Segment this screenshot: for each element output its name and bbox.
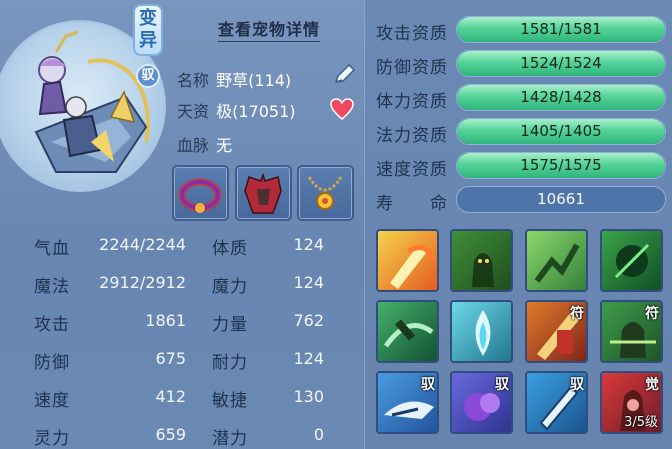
stealth-icon: [527, 231, 586, 290]
stat-label: 防御: [34, 353, 70, 373]
stat-value: 2912/2912: [99, 273, 186, 292]
stat-value: 124: [293, 349, 324, 368]
aptitude-value: 1524/1524: [520, 54, 602, 72]
view-pet-details-link[interactable]: 查看宠物详情: [218, 16, 321, 42]
aptitude-bar: 1428/1428: [456, 84, 666, 111]
aptitude-bar: 1575/1575: [456, 152, 666, 179]
aptitude-bar: 1524/1524: [456, 50, 666, 77]
green-beast-icon: [602, 231, 661, 290]
whirlwind-skill[interactable]: [376, 300, 439, 363]
necklace-icon: [307, 176, 343, 210]
stat-value: 1861: [145, 311, 186, 330]
skill-tag: 符: [570, 306, 584, 322]
stealth-skill[interactable]: [525, 229, 588, 292]
equipment-slot-necklace[interactable]: [297, 165, 354, 221]
equipment-slot-armor[interactable]: [235, 165, 292, 221]
stat-value: 412: [155, 387, 186, 406]
spirit-flame-skill[interactable]: [450, 300, 513, 363]
stat-label: 魔法: [34, 277, 70, 297]
pet-detail-window: 变异 驭 查看宠物详情 名称 野草(114) 天资 极(17051) 血脉 无 …: [0, 0, 672, 449]
pet-name-row: 名称 野草(114): [177, 67, 291, 91]
pet-blood-label: 血脉: [177, 136, 210, 155]
skill-tag: 驭: [421, 377, 435, 393]
stat-value: 2244/2244: [99, 235, 186, 254]
aptitude-value: 1428/1428: [520, 88, 602, 106]
armor-icon: [244, 172, 282, 214]
stat-value: 762: [293, 311, 324, 330]
stat-value: 659: [155, 425, 186, 444]
ride-badge: 驭: [136, 64, 160, 88]
stat-label: 气血: [34, 239, 70, 259]
skill-tag: 符: [645, 306, 659, 322]
lifespan-label: 寿 命: [376, 194, 448, 214]
stat-value: 130: [293, 387, 324, 406]
awaken-skill[interactable]: 觉 3/5级: [600, 371, 663, 434]
pet-talent-label: 天资: [177, 102, 210, 121]
talisman-warrior-skill[interactable]: 符: [600, 300, 663, 363]
stat-label: 体质: [212, 239, 248, 259]
aptitude-value: 1405/1405: [520, 122, 602, 140]
equipment-slot-collar[interactable]: [172, 165, 229, 221]
stat-label: 敏捷: [212, 391, 248, 411]
aptitude-label: 速度资质: [376, 160, 448, 180]
stat-value: 124: [293, 235, 324, 254]
aptitude-bar: 1581/1581: [456, 16, 666, 43]
stat-label: 速度: [34, 391, 70, 411]
pet-name-label: 名称: [177, 71, 210, 90]
skill-tag: 觉: [645, 377, 659, 393]
ride-badge-text: 驭: [141, 68, 155, 83]
spirit-flame-icon: [452, 302, 511, 361]
stat-label: 潜力: [212, 429, 248, 449]
ride-fist-skill[interactable]: 驭: [450, 371, 513, 434]
edit-name-icon[interactable]: [332, 63, 356, 87]
stat-label: 魔力: [212, 277, 248, 297]
aptitude-label: 法力资质: [376, 126, 448, 146]
aptitude-value: 1575/1575: [520, 156, 602, 174]
skill-level: 3/5级: [624, 415, 658, 430]
green-demon-icon: [452, 231, 511, 290]
stat-label: 灵力: [34, 429, 70, 449]
ride-blade-skill[interactable]: 驭: [525, 371, 588, 434]
stat-label: 力量: [212, 315, 248, 335]
stat-value: 0: [313, 425, 324, 444]
whirlwind-icon: [378, 302, 437, 361]
stat-value: 124: [293, 273, 324, 292]
stat-label: 攻击: [34, 315, 70, 335]
fire-sword-skill[interactable]: [376, 229, 439, 292]
pet-name-value: 野草(114): [216, 71, 292, 90]
aptitude-label: 攻击资质: [376, 24, 448, 44]
fire-sword-icon: [378, 231, 437, 290]
ride-wing-skill[interactable]: 驭: [376, 371, 439, 434]
stat-value: 675: [155, 349, 186, 368]
pet-talent-value: 极(17051): [216, 102, 296, 121]
pet-blood-value: 无: [216, 136, 233, 155]
talisman-skill[interactable]: 符: [525, 300, 588, 363]
pet-talent-row: 天资 极(17051): [177, 98, 296, 122]
aptitude-label: 体力资质: [376, 92, 448, 112]
stat-label: 耐力: [212, 353, 248, 373]
aptitude-bar: 1405/1405: [456, 118, 666, 145]
green-demon-skill[interactable]: [450, 229, 513, 292]
mutant-badge-text: 变异: [139, 8, 157, 51]
skill-tag: 驭: [570, 377, 584, 393]
green-beast-skill[interactable]: [600, 229, 663, 292]
skill-tag: 驭: [495, 377, 509, 393]
collar-icon: [178, 178, 222, 213]
aptitude-value: 1581/1581: [520, 20, 602, 38]
aptitude-label: 防御资质: [376, 58, 448, 78]
pet-blood-row: 血脉 无: [177, 132, 232, 156]
mutant-badge: 变异: [133, 4, 163, 56]
pet-info-panel: 变异 驭 查看宠物详情 名称 野草(114) 天资 极(17051) 血脉 无 …: [0, 0, 365, 449]
heart-icon[interactable]: [330, 98, 354, 120]
lifespan-value: 10661: [456, 186, 666, 213]
